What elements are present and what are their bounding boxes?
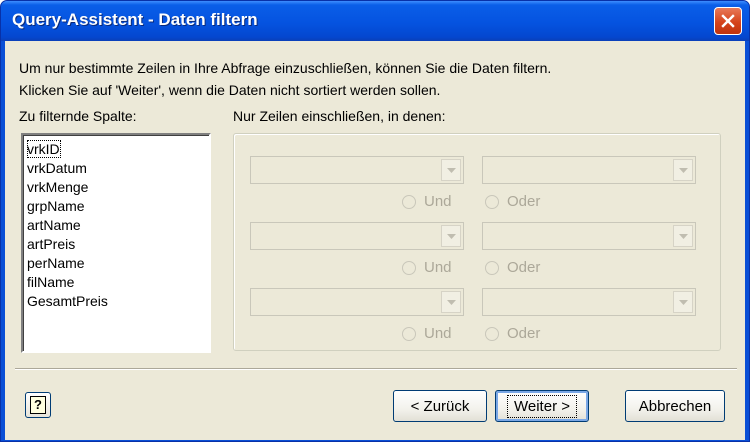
value-combo-2[interactable] xyxy=(482,222,696,250)
chevron-down-icon[interactable] xyxy=(673,291,693,313)
radio-circle-icon xyxy=(485,195,499,209)
radio-circle-icon xyxy=(402,261,416,275)
back-button-label: < Zurück xyxy=(410,397,470,415)
intro-text-line1: Um nur bestimmte Zeilen in Ihre Abfrage … xyxy=(19,60,552,76)
operator-combo-3[interactable] xyxy=(250,288,464,316)
radio-circle-icon xyxy=(402,195,416,209)
value-combo-1[interactable] xyxy=(482,156,696,184)
dialog-window: Query-Assistent - Daten filtern Um nur b… xyxy=(0,0,750,442)
list-item[interactable]: vrkID xyxy=(27,140,61,158)
list-item[interactable]: perName xyxy=(27,254,85,272)
filter-criteria-label: Nur Zeilen einschließen, in denen: xyxy=(233,108,446,124)
or-radio-3-label: Oder xyxy=(507,325,541,342)
and-radio-1-label: Und xyxy=(424,193,452,210)
close-button[interactable] xyxy=(714,7,742,35)
next-button-label: Weiter > xyxy=(507,394,577,418)
list-item[interactable]: GesamtPreis xyxy=(27,292,108,310)
column-listbox[interactable]: vrkID vrkDatum vrkMenge grpName artName … xyxy=(21,133,211,353)
value-combo-3[interactable] xyxy=(482,288,696,316)
cancel-button-label: Abbrechen xyxy=(638,397,712,415)
title-bar[interactable]: Query-Assistent - Daten filtern xyxy=(1,1,749,41)
list-item[interactable]: filName xyxy=(27,273,74,291)
and-radio-3-label: Und xyxy=(424,325,452,342)
radio-circle-icon xyxy=(485,261,499,275)
list-item[interactable]: vrkDatum xyxy=(27,159,87,177)
chevron-down-icon[interactable] xyxy=(441,225,461,247)
help-icon: ? xyxy=(30,396,46,414)
or-radio-1-label: Oder xyxy=(507,193,541,210)
intro-text-line2: Klicken Sie auf 'Weiter', wenn die Daten… xyxy=(19,82,441,98)
and-radio-2-label: Und xyxy=(424,259,452,276)
chevron-down-icon[interactable] xyxy=(441,291,461,313)
dialog-client-area: Um nur bestimmte Zeilen in Ihre Abfrage … xyxy=(5,41,745,440)
chevron-down-icon[interactable] xyxy=(441,159,461,181)
next-button[interactable]: Weiter > xyxy=(495,390,589,422)
or-radio-2-label: Oder xyxy=(507,259,541,276)
operator-combo-2[interactable] xyxy=(250,222,464,250)
chevron-down-icon[interactable] xyxy=(673,225,693,247)
operator-combo-1[interactable] xyxy=(250,156,464,184)
radio-circle-icon xyxy=(402,327,416,341)
window-title: Query-Assistent - Daten filtern xyxy=(12,10,258,29)
radio-circle-icon xyxy=(485,327,499,341)
list-item[interactable]: grpName xyxy=(27,197,85,215)
back-button[interactable]: < Zurück xyxy=(393,390,487,422)
footer-separator xyxy=(15,368,737,370)
close-icon xyxy=(721,14,735,28)
cancel-button[interactable]: Abbrechen xyxy=(625,390,725,422)
column-list-label: Zu filternde Spalte: xyxy=(19,108,137,124)
list-item[interactable]: vrkMenge xyxy=(27,178,88,196)
list-item[interactable]: artPreis xyxy=(27,235,75,253)
list-item[interactable]: artName xyxy=(27,216,81,234)
filter-groupbox: Und Oder Und Oder Und Oder xyxy=(233,133,721,351)
chevron-down-icon[interactable] xyxy=(673,159,693,181)
help-button[interactable]: ? xyxy=(25,392,51,418)
